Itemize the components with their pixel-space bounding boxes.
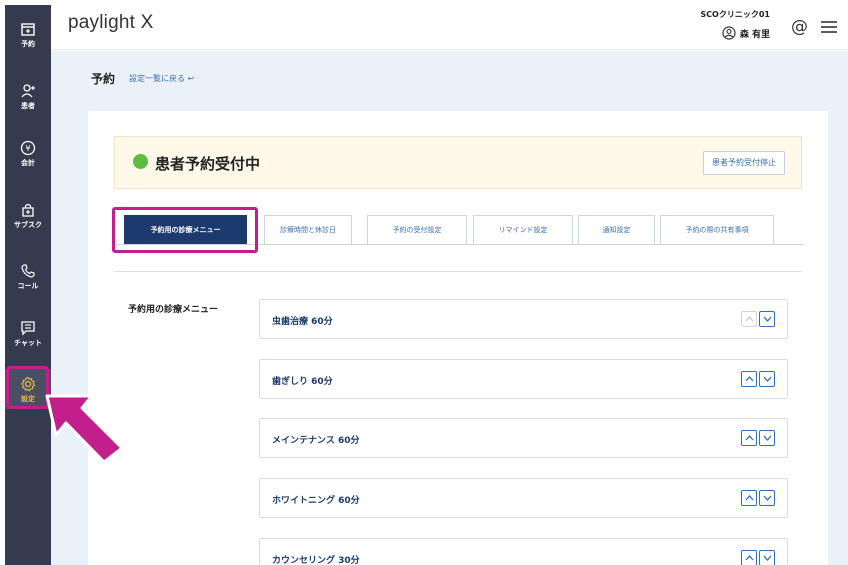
menu-name: 虫歯治療 60分 xyxy=(272,317,333,327)
menu-row[interactable]: ホワイトニング 60分 xyxy=(259,478,788,518)
chevron-down-icon xyxy=(763,316,771,322)
chevron-up-icon xyxy=(745,435,753,441)
chevron-up-icon xyxy=(745,555,753,561)
tab-reminder[interactable]: リマインド設定 xyxy=(473,215,573,244)
move-down-button[interactable] xyxy=(759,490,775,506)
app-logo: paylight X xyxy=(68,12,154,33)
chevron-down-icon xyxy=(763,435,771,441)
mention-icon[interactable]: @ xyxy=(791,17,808,37)
move-down-button[interactable] xyxy=(759,311,775,327)
sidebar-item-label: 会計 xyxy=(21,159,35,167)
sidebar-item-label: サブスク xyxy=(14,221,42,229)
highlight-tab-box xyxy=(112,207,258,253)
menu-row[interactable]: 歯ぎしり 60分 xyxy=(259,359,788,399)
sidebar-item-subscription[interactable]: サブスク xyxy=(5,202,51,230)
highlight-settings-box xyxy=(6,366,49,409)
phone-icon xyxy=(21,264,35,278)
sidebar-item-chat[interactable]: チャット xyxy=(5,320,51,348)
menu-name: ホワイトニング 60分 xyxy=(272,496,360,506)
pointer-arrow-icon xyxy=(44,390,126,469)
menu-name: カウンセリング 30分 xyxy=(272,556,360,565)
status-text: 患者予約受付中 xyxy=(155,155,261,173)
menu-name: メインテナンス 60分 xyxy=(272,436,360,446)
yen-icon: ¥ xyxy=(20,140,36,156)
sidebar-item-patients[interactable]: 患者 xyxy=(5,83,51,111)
menu-row[interactable]: 虫歯治療 60分 xyxy=(259,299,788,339)
move-up-button[interactable] xyxy=(741,430,757,446)
move-up-button xyxy=(741,311,757,327)
reservation-status-box: 患者予約受付中 患者予約受付停止 xyxy=(114,136,802,189)
clinic-name: SCOクリニック01 xyxy=(700,10,770,19)
sidebar-item-label: 患者 xyxy=(21,102,35,110)
calendar-plus-icon xyxy=(21,23,35,36)
tab-notification[interactable]: 通知設定 xyxy=(578,215,655,244)
tab-hours[interactable]: 診療時間と休診日 xyxy=(264,215,352,244)
section-label: 予約用の診療メニュー xyxy=(128,305,219,315)
menu-row[interactable]: メインテナンス 60分 xyxy=(259,418,788,458)
sidebar-item-label: 予約 xyxy=(21,40,35,48)
user-add-icon xyxy=(21,84,35,98)
chevron-up-icon xyxy=(745,495,753,501)
svg-text:¥: ¥ xyxy=(25,144,30,153)
move-up-button[interactable] xyxy=(741,371,757,387)
user-circle-icon xyxy=(722,26,736,40)
chat-icon xyxy=(21,321,35,336)
chevron-down-icon xyxy=(763,555,771,561)
page-title: 予約 xyxy=(91,72,116,86)
chevron-up-icon xyxy=(745,316,753,322)
chevron-up-icon xyxy=(745,376,753,382)
tab-acceptance[interactable]: 予約の受付設定 xyxy=(367,215,467,244)
move-down-button[interactable] xyxy=(759,430,775,446)
stop-reservations-button[interactable]: 患者予約受付停止 xyxy=(703,151,785,175)
move-up-button[interactable] xyxy=(741,490,757,506)
sidebar-item-reservation[interactable]: 予約 xyxy=(5,21,51,49)
sidebar-item-label: チャット xyxy=(14,339,42,347)
tab-shared-info[interactable]: 予約の際の共有事項 xyxy=(660,215,774,244)
sidebar-item-billing[interactable]: ¥ 会計 xyxy=(5,140,51,168)
status-indicator-dot xyxy=(133,154,148,169)
sidebar-item-label: コール xyxy=(17,282,39,290)
chevron-down-icon xyxy=(763,495,771,501)
move-up-button[interactable] xyxy=(741,550,757,565)
move-down-button[interactable] xyxy=(759,371,775,387)
top-header: paylight X SCOクリニック01 森 有里 @ xyxy=(51,0,848,50)
menu-name: 歯ぎしり 60分 xyxy=(272,377,333,387)
move-down-button[interactable] xyxy=(759,550,775,565)
user-menu[interactable]: 森 有里 xyxy=(722,26,770,40)
chevron-down-icon xyxy=(763,376,771,382)
sidebar-item-call[interactable]: コール xyxy=(5,263,51,291)
menu-row[interactable]: カウンセリング 30分 xyxy=(259,538,788,565)
hamburger-menu-icon[interactable] xyxy=(820,19,838,38)
back-to-settings-link[interactable]: 設定一覧に戻る ↩ xyxy=(129,73,194,84)
user-name: 森 有里 xyxy=(739,29,770,40)
sidebar: 予約 患者 ¥ 会計 サブスク コール チャット 設定 xyxy=(5,5,51,565)
section-divider xyxy=(114,271,802,272)
bag-plus-icon xyxy=(22,203,34,217)
